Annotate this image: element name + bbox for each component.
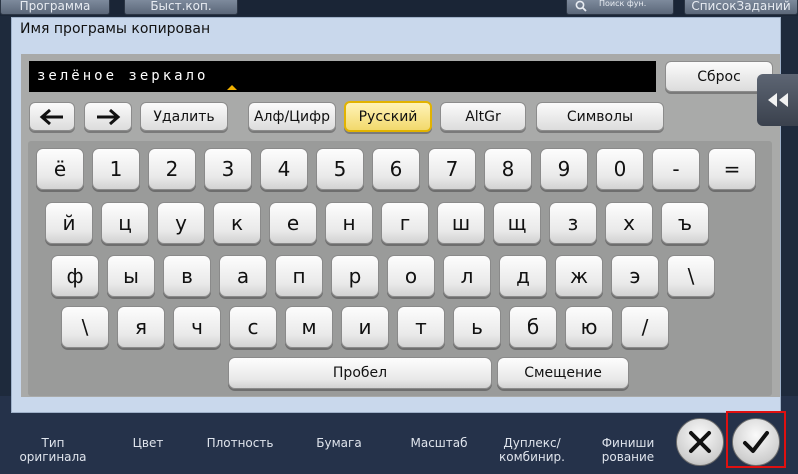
- bottom-item-paper[interactable]: Бумага: [300, 436, 378, 450]
- symbols-button[interactable]: Символы: [536, 102, 664, 131]
- key[interactable]: р: [331, 255, 379, 297]
- key[interactable]: -: [652, 148, 700, 190]
- tab-job-list[interactable]: СписокЗаданий: [684, 0, 798, 15]
- key[interactable]: о: [387, 255, 435, 297]
- key[interactable]: з: [549, 202, 597, 244]
- key[interactable]: =: [708, 148, 756, 190]
- key[interactable]: 6: [372, 148, 420, 190]
- key[interactable]: ю: [565, 306, 613, 348]
- key[interactable]: ь: [453, 306, 501, 348]
- cursor-left-button[interactable]: [29, 102, 75, 131]
- russian-mode-button[interactable]: Русский: [344, 101, 432, 132]
- key[interactable]: ъ: [661, 202, 709, 244]
- key[interactable]: 8: [484, 148, 532, 190]
- key[interactable]: э: [611, 255, 659, 297]
- bottom-item-original-type[interactable]: Тип оригинала: [18, 436, 88, 464]
- key[interactable]: й: [45, 202, 93, 244]
- key[interactable]: \: [667, 255, 715, 297]
- space-key[interactable]: Пробел: [228, 357, 492, 389]
- key[interactable]: 0: [596, 148, 644, 190]
- bottom-item-finishing[interactable]: Финиши рование: [588, 436, 668, 464]
- dialog-title: Имя програмы копирован: [20, 21, 211, 37]
- key[interactable]: п: [275, 255, 323, 297]
- tab-program[interactable]: Программа: [0, 0, 110, 15]
- key[interactable]: т: [397, 306, 445, 348]
- tab-function-search-label: Поиск фун.: [599, 0, 647, 8]
- key[interactable]: ё: [36, 148, 84, 190]
- key[interactable]: б: [509, 306, 557, 348]
- bottom-item-duplex[interactable]: Дуплекс/комбинир.: [492, 436, 572, 464]
- key[interactable]: а: [219, 255, 267, 297]
- cursor-right-button[interactable]: [84, 102, 132, 131]
- bottom-item-color[interactable]: Цвет: [118, 436, 178, 450]
- key[interactable]: 1: [92, 148, 140, 190]
- key[interactable]: е: [269, 202, 317, 244]
- search-icon: [575, 0, 587, 12]
- key[interactable]: 2: [148, 148, 196, 190]
- double-chevron-left-icon: [767, 93, 788, 107]
- key[interactable]: у: [157, 202, 205, 244]
- key[interactable]: в: [163, 255, 211, 297]
- delete-button[interactable]: Удалить: [140, 102, 228, 131]
- top-bar: [0, 0, 798, 16]
- key[interactable]: я: [117, 306, 165, 348]
- key[interactable]: 9: [540, 148, 588, 190]
- key[interactable]: г: [381, 202, 429, 244]
- key[interactable]: 4: [260, 148, 308, 190]
- side-panel-toggle[interactable]: [757, 74, 798, 126]
- arrow-right-icon: [97, 108, 121, 125]
- tab-function-search[interactable]: Поиск фун.: [566, 0, 674, 15]
- key[interactable]: ц: [101, 202, 149, 244]
- bottom-item-density[interactable]: Плотность: [200, 436, 280, 450]
- bottom-item-zoom[interactable]: Масштаб: [400, 436, 478, 450]
- key[interactable]: 5: [316, 148, 364, 190]
- key[interactable]: д: [499, 255, 547, 297]
- key[interactable]: 7: [428, 148, 476, 190]
- shift-key[interactable]: Смещение: [497, 357, 629, 389]
- alnum-mode-button[interactable]: Алф/Цифр: [248, 102, 336, 131]
- key[interactable]: х: [605, 202, 653, 244]
- arrow-left-icon: [39, 108, 63, 125]
- key[interactable]: н: [325, 202, 373, 244]
- name-input[interactable]: зелёное зеркало: [29, 61, 656, 92]
- close-x-icon: [689, 431, 711, 453]
- cursor-marker: [227, 85, 237, 90]
- key[interactable]: ф: [51, 255, 99, 297]
- key[interactable]: /: [621, 306, 669, 348]
- key[interactable]: щ: [493, 202, 541, 244]
- key[interactable]: с: [229, 306, 277, 348]
- key[interactable]: ч: [173, 306, 221, 348]
- key[interactable]: м: [285, 306, 333, 348]
- key[interactable]: и: [341, 306, 389, 348]
- key[interactable]: к: [213, 202, 261, 244]
- key[interactable]: л: [443, 255, 491, 297]
- key[interactable]: ш: [437, 202, 485, 244]
- tab-quick-copy[interactable]: Быст.коп.: [124, 0, 238, 15]
- cancel-button[interactable]: [676, 418, 724, 466]
- ok-highlight-frame: [726, 411, 786, 468]
- key[interactable]: \: [61, 306, 109, 348]
- key[interactable]: ж: [555, 255, 603, 297]
- key[interactable]: ы: [107, 255, 155, 297]
- key[interactable]: 3: [204, 148, 252, 190]
- altgr-button[interactable]: AltGr: [440, 102, 526, 131]
